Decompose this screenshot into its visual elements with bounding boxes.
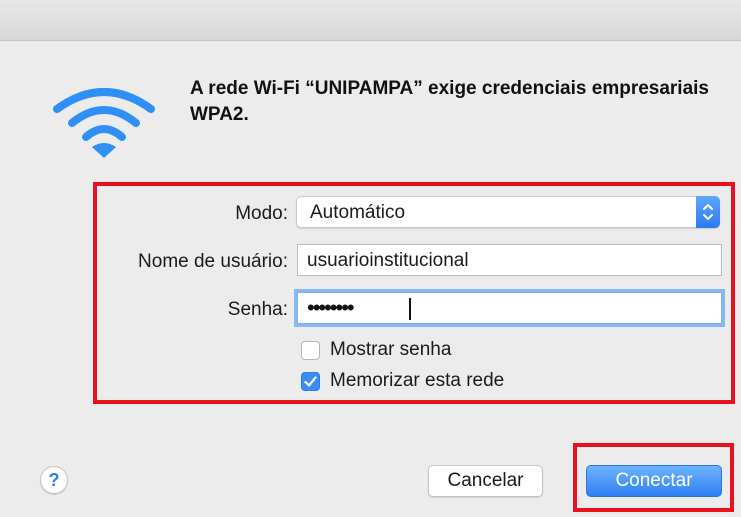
remember-network-checkbox[interactable] xyxy=(301,372,320,391)
cancel-button[interactable]: Cancelar xyxy=(428,465,543,497)
up-down-chevron-icon[interactable] xyxy=(696,196,720,228)
username-value: usuarioinstitucional xyxy=(307,250,469,271)
password-label: Senha: xyxy=(227,299,288,320)
window-titlebar[interactable] xyxy=(0,0,741,41)
question-icon: ? xyxy=(48,470,60,490)
connect-button[interactable]: Conectar xyxy=(586,465,722,497)
checkmark-icon xyxy=(304,376,317,387)
text-caret xyxy=(409,298,411,320)
mode-label: Modo: xyxy=(235,203,288,224)
wifi-icon xyxy=(53,88,155,158)
password-field[interactable]: •••••••• xyxy=(297,292,722,324)
mode-select-value: Automático xyxy=(310,202,406,223)
show-password-checkbox[interactable] xyxy=(301,341,320,360)
username-field[interactable]: usuarioinstitucional xyxy=(297,244,722,276)
show-password-label[interactable]: Mostrar senha xyxy=(330,339,451,361)
password-masked-value: •••••••• xyxy=(307,295,355,320)
dialog-message: A rede Wi-Fi “UNIPAMPA” exige credenciai… xyxy=(190,78,709,125)
help-button[interactable]: ? xyxy=(40,466,68,494)
username-label: Nome de usuário: xyxy=(138,251,288,272)
remember-network-label[interactable]: Memorizar esta rede xyxy=(330,370,504,392)
mode-select[interactable]: Automático xyxy=(296,196,720,228)
